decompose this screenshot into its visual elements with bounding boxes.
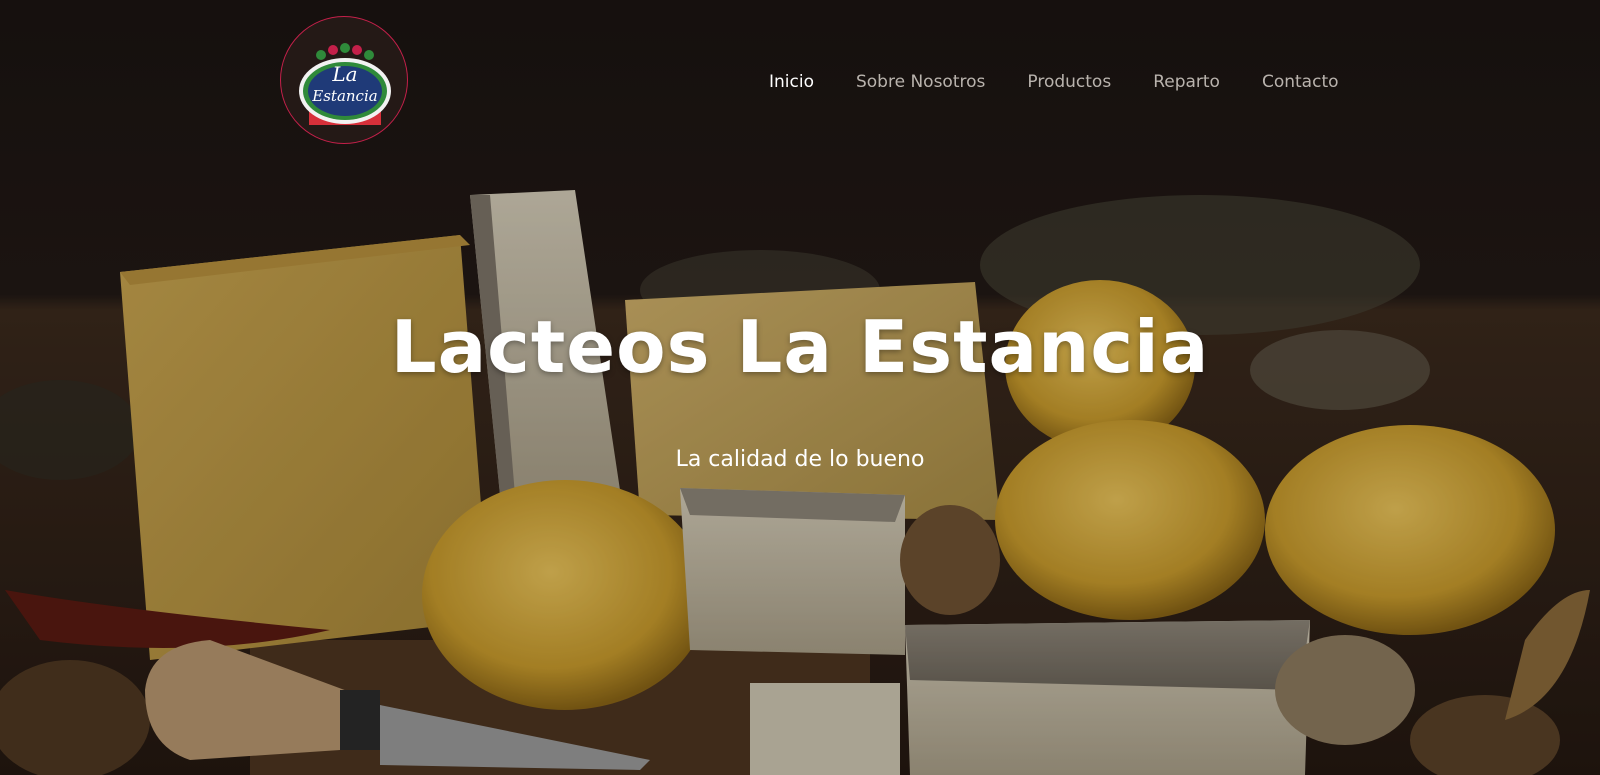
nav-link-reparto[interactable]: Reparto: [1153, 70, 1220, 94]
logo-text-line1: La: [332, 62, 358, 86]
logo-text-line2: Estancia: [312, 87, 378, 105]
nav-link-sobre-nosotros[interactable]: Sobre Nosotros: [856, 70, 985, 94]
hero-subtitle: La calidad de lo bueno: [675, 447, 925, 472]
brand-logo[interactable]: La Estancia: [280, 16, 408, 144]
main-nav: Inicio Sobre Nosotros Productos Reparto …: [769, 70, 1339, 94]
nav-link-inicio[interactable]: Inicio: [769, 70, 814, 94]
nav-link-contacto[interactable]: Contacto: [1262, 70, 1339, 94]
hero-title: Lacteos La Estancia: [390, 305, 1210, 389]
nav-link-productos[interactable]: Productos: [1027, 70, 1111, 94]
hero-section: La Estancia Inicio Sobre Nosotros Produc…: [0, 0, 1600, 775]
